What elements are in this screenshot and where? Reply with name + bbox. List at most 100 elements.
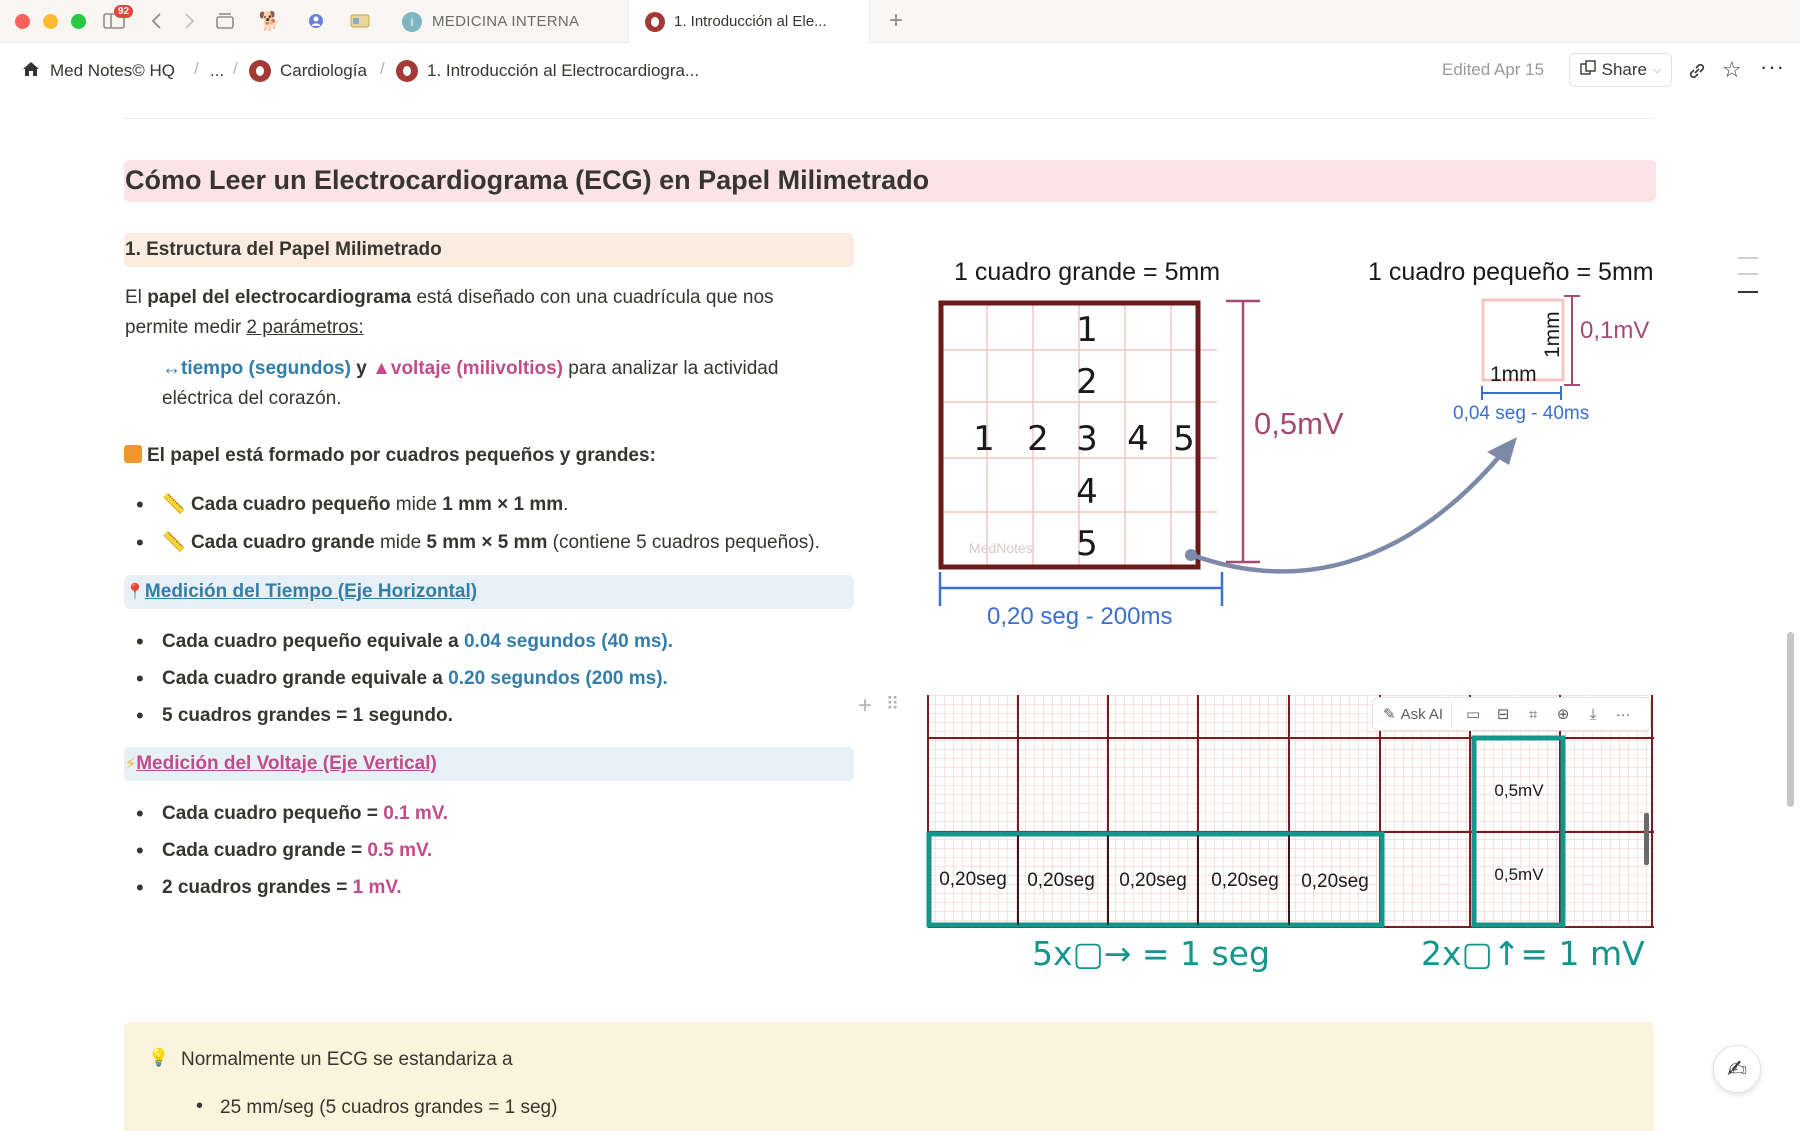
segment-time-label: 0,20seg [939,869,1007,890]
list-item: Cada cuadro pequeño = 0.1 mV. [136,801,448,827]
page-scrollbar[interactable] [1787,632,1794,807]
list-item: Cada cuadro grande = 0.5 mV. [136,838,432,864]
arrow-start-dot [1185,549,1197,561]
grid-number: 3 [1076,419,1098,459]
pinned-card-icon[interactable] [348,9,372,33]
segment-voltage-label: 0,5mV [1494,865,1544,884]
time-bracket [938,572,1224,606]
list-item: 📏 Cada cuadro pequeño mide 1 mm × 1 mm. [136,492,568,518]
pinned-profile-icon[interactable] [304,9,328,33]
pin-icon: 📍 [125,584,145,601]
segment-time-label: 0,20seg [1211,870,1279,891]
ecg-squares-diagram: 1 cuadro grande = 5mm 1 cuadro pequeño =… [938,258,1654,630]
breadcrumb-separator: / [194,59,199,78]
grid-number: 2 [1076,362,1098,402]
download-icon[interactable]: ⤓ [1578,700,1608,728]
breadcrumb-workspace[interactable]: Med Notes© HQ [22,59,175,83]
crop-icon[interactable]: ⌗ [1518,700,1548,728]
toc-indicator-active[interactable] [1738,291,1758,293]
ask-ai-button[interactable]: ✎ Ask AI [1373,700,1453,728]
forward-arrow-icon[interactable] [180,9,200,33]
big-voltage-label: 0,5mV [1254,406,1344,441]
ruler-icon: 📏 [162,532,186,553]
paper-heading: El papel está formado por cuadros pequeñ… [124,441,656,471]
close-window-button[interactable] [15,14,30,29]
more-options-icon[interactable]: ··· [1760,54,1785,80]
divider [124,118,1654,119]
list-item: 5 cuadros grandes = 1 segundo. [136,703,453,729]
ai-sparkle-icon: ✎ [1383,706,1396,723]
share-icon [1579,59,1596,81]
breadcrumb-page[interactable]: 1. Introducción al Electrocardiogra... [396,59,699,83]
callout-block: 💡 Normalmente un ECG se estandariza a • … [124,1022,1654,1131]
share-button[interactable]: Share ⌵ [1569,53,1672,87]
grid-number: 1 [1076,310,1098,350]
star-icon[interactable]: ☆ [1722,57,1742,83]
breadcrumb-separator: / [380,59,385,78]
breadcrumb-ellipsis[interactable]: ... [210,59,224,83]
grid-number: 1 [973,419,995,459]
grid-number: 5 [1076,524,1098,564]
add-block-plus-icon[interactable]: + [858,692,872,720]
arrow-curve [1191,448,1507,574]
zoom-window-button[interactable] [71,14,86,29]
section-heading-estructura: 1. Estructura del Papel Milimetrado [124,233,854,267]
section-heading-tiempo[interactable]: 📍Medición del Tiempo (Eje Horizontal) [124,575,854,609]
intro-paragraph: El papel del electrocardiograma está dis… [125,287,774,338]
comment-icon[interactable]: ▭ [1458,700,1488,728]
notification-badge: 92 [114,5,134,18]
new-tab-plus-icon[interactable]: + [884,7,908,34]
tab-overview-icon[interactable] [213,9,237,33]
drag-handle-icon[interactable]: ⠿ [886,694,899,715]
heart-icon [645,11,665,32]
tab-medicina-interna[interactable]: i MEDICINA INTERNA [386,0,628,43]
arrow-head [1487,437,1517,465]
breadcrumb-cardiologia[interactable]: Cardiología [249,59,367,83]
pinned-dog-icon[interactable]: 🐕 [258,9,282,33]
minimize-window-button[interactable] [43,14,58,29]
big-square-title: 1 cuadro grande = 5mm [954,258,1220,286]
small-time-bracket [1481,386,1562,400]
watermark-text: MedNotes [969,540,1033,556]
zoom-icon[interactable]: ⊕ [1548,700,1578,728]
segment-time-label: 0,20seg [1301,871,1369,892]
ruler-icon: 📏 [162,494,186,515]
segment-time-label: 0,20seg [1027,870,1095,891]
strip-scroll-thumb[interactable] [1644,813,1649,865]
orange-square-icon [124,445,142,463]
heart-icon [249,60,271,82]
segment-time-label: 0,20seg [1119,870,1187,891]
small-square-mm-horizontal: 1mm [1490,363,1537,386]
callout-list-item: • 25 mm/seg (5 cuadros grandes = 1 seg) [196,1095,558,1118]
notion-ai-button[interactable]: ✍ [1713,1045,1761,1093]
info-icon: i [402,11,422,32]
image-toolbar: ✎ Ask AI ▭ ⊟ ⌗ ⊕ ⤓ ··· [1372,697,1651,731]
section-heading-voltaje[interactable]: ⚡Medición del Voltaje (Eje Vertical) [124,747,854,781]
lightbulb-icon: 💡 [148,1048,170,1067]
small-square-title: 1 cuadro pequeño = 5mm [1368,258,1654,286]
window-titlebar: 92 🐕 i MEDICINA INTERNA 1. Introducción … [0,0,1800,43]
grid-number: 4 [1127,419,1149,459]
ai-face-icon: ✍ [1726,1055,1748,1083]
callout-text: Normalmente un ECG se estandariza a [181,1049,513,1070]
page-main-heading: Cómo Leer un Electrocardiograma (ECG) en… [124,160,1656,202]
grid-number: 4 [1076,472,1098,512]
caption-icon[interactable]: ⊟ [1488,700,1518,728]
link-icon[interactable] [1686,60,1708,87]
breadcrumb: Med Notes© HQ / ... / Cardiología / 1. I… [0,43,1800,99]
time-formula: 5x▢→ = 1 seg [1032,934,1270,973]
breadcrumb-separator: / [233,59,238,78]
small-square-mm-vertical: 1mm [1541,311,1564,358]
list-item: Cada cuadro pequeño equivale a 0.04 segu… [136,629,673,655]
toc-indicator[interactable] [1738,257,1758,259]
toc-indicator[interactable] [1738,273,1758,275]
params-paragraph: ↔tiempo (segundos) y ▲voltaje (milivolti… [162,358,779,409]
voltage-formula: 2x▢↑= 1 mV [1421,934,1645,973]
tab-introduccion[interactable]: 1. Introducción al Ele... [628,0,870,43]
more-image-options-icon[interactable]: ··· [1608,700,1638,728]
big-time-label: 0,20 seg - 200ms [987,603,1172,630]
list-item: Cada cuadro grande equivale a 0.20 segun… [136,666,668,692]
home-icon [22,61,40,82]
small-time-label: 0,04 seg - 40ms [1453,403,1589,424]
back-arrow-icon[interactable] [146,9,166,33]
